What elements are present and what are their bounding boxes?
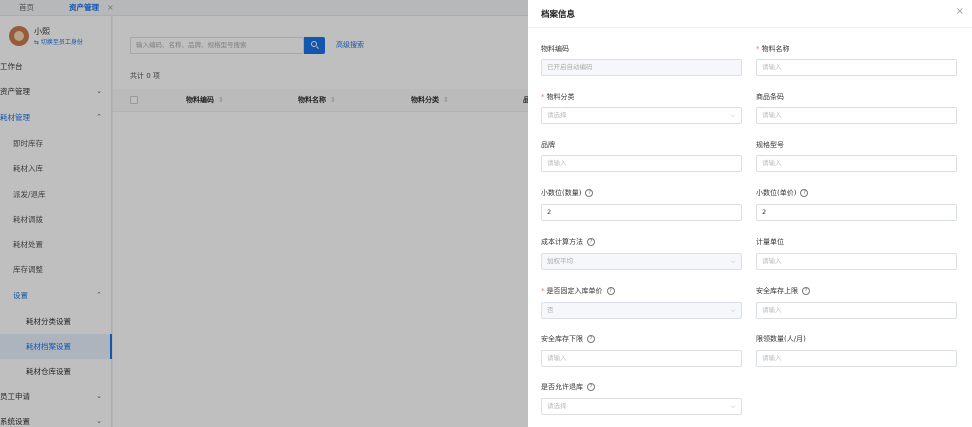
field-label-cost-method: 成本计算方法?: [541, 237, 595, 247]
field-label-fixed-price: * 是否固定入库单价?: [541, 286, 615, 296]
field-label-barcode: 商品条码: [756, 93, 784, 101]
code-field: 已开启自动编码: [541, 59, 742, 76]
safety-lower-field[interactable]: 请输入: [541, 350, 742, 367]
field-label-claim-limit: 限领数量(人/月): [756, 335, 806, 343]
field-label-safety-lower: 安全库存下限?: [541, 334, 595, 344]
help-icon[interactable]: ?: [606, 287, 615, 295]
chevron-down-icon: ⌵: [730, 307, 735, 314]
field-label-decimal-qty: 小数位(数量)?: [541, 188, 594, 198]
decimal-qty-field[interactable]: 2: [541, 204, 742, 221]
modal-overlay[interactable]: [0, 0, 528, 427]
help-icon[interactable]: ?: [587, 383, 595, 391]
field-label-name: * 物料名称: [756, 45, 790, 53]
chevron-down-icon: ⌵: [730, 112, 735, 119]
drawer-title: 档案信息: [541, 10, 576, 20]
fixed-price-select: 否 ⌵: [541, 302, 742, 319]
close-icon[interactable]: ×: [956, 6, 964, 17]
chevron-down-icon: ⌵: [730, 403, 735, 410]
safety-upper-field[interactable]: 请输入: [756, 302, 957, 319]
help-icon[interactable]: ?: [587, 238, 595, 246]
decimal-price-field[interactable]: 2: [756, 204, 957, 221]
name-field[interactable]: 请输入: [756, 59, 957, 76]
unit-field[interactable]: 请输入: [756, 253, 957, 270]
allow-return-select[interactable]: 请选择 ⌵: [541, 398, 742, 415]
field-label-spec: 规格型号: [756, 141, 784, 149]
field-label-category: * 物料分类: [541, 93, 575, 101]
field-label-decimal-price: 小数位(单价)?: [756, 188, 809, 198]
chevron-down-icon: ⌵: [730, 258, 735, 265]
help-icon[interactable]: ?: [800, 189, 809, 197]
help-icon[interactable]: ?: [587, 335, 595, 343]
field-label-brand: 品牌: [541, 141, 555, 149]
field-label-allow-return: 是否允许退库?: [541, 382, 595, 392]
claim-limit-field[interactable]: 请输入: [756, 350, 957, 367]
brand-field[interactable]: 请输入: [541, 155, 742, 172]
barcode-field[interactable]: 请输入: [756, 107, 957, 124]
field-label-code: 物料编码: [541, 45, 569, 53]
archive-drawer: 档案信息 × 物料编码 已开启自动编码 * 物料名称 请输入 * 物料分类 请选择 ⌵…: [528, 0, 972, 427]
category-select[interactable]: 请选择 ⌵: [541, 107, 742, 124]
field-label-unit: 计量单位: [756, 238, 784, 246]
help-icon[interactable]: ?: [802, 287, 810, 295]
field-label-safety-upper: 安全库存上限?: [756, 286, 810, 296]
spec-field[interactable]: 请输入: [756, 155, 957, 172]
help-icon[interactable]: ?: [585, 189, 594, 197]
cost-method-select: 加权平均 ⌵: [541, 253, 742, 270]
